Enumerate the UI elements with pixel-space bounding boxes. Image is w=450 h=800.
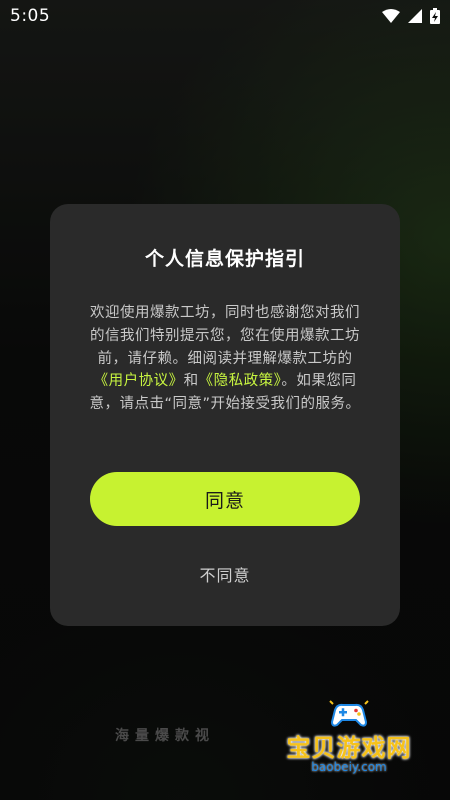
watermark: 宝贝游戏网 baobeiy.com <box>274 700 424 780</box>
body-text-intro: 欢迎使用爆款工坊，同时也感谢您对我们的信我们特别提示您，您在使用爆款工坊前，请仔… <box>90 305 360 367</box>
disagree-button[interactable]: 不同意 <box>150 556 300 592</box>
screen: 5:05 个人信息保护指引 欢迎使用爆款工坊，同时也感谢您对我们的信我们特别提示… <box>0 0 450 800</box>
status-icons <box>382 8 440 24</box>
wifi-icon <box>382 9 400 23</box>
privacy-dialog: 个人信息保护指引 欢迎使用爆款工坊，同时也感谢您对我们的信我们特别提示您，您在使… <box>50 204 400 626</box>
status-time: 5:05 <box>10 6 51 26</box>
dialog-title: 个人信息保护指引 <box>144 248 305 270</box>
dialog-body: 欢迎使用爆款工坊，同时也感谢您对我们的信我们特别提示您，您在使用爆款工坊前，请仔… <box>84 302 366 416</box>
body-conjunction: 和 <box>183 373 199 390</box>
status-bar: 5:05 <box>0 0 450 32</box>
privacy-policy-link[interactable]: 《隐私政策》 <box>199 373 282 389</box>
agree-button[interactable]: 同意 <box>90 472 360 526</box>
watermark-url: baobeiy.com <box>311 760 387 774</box>
background-tagline: 海量爆款视 <box>115 728 215 744</box>
user-agreement-link[interactable]: 《用户协议》 <box>94 373 184 389</box>
signal-icon <box>408 9 422 23</box>
battery-charging-icon <box>430 8 440 24</box>
watermark-title: 宝贝游戏网 <box>286 734 412 762</box>
